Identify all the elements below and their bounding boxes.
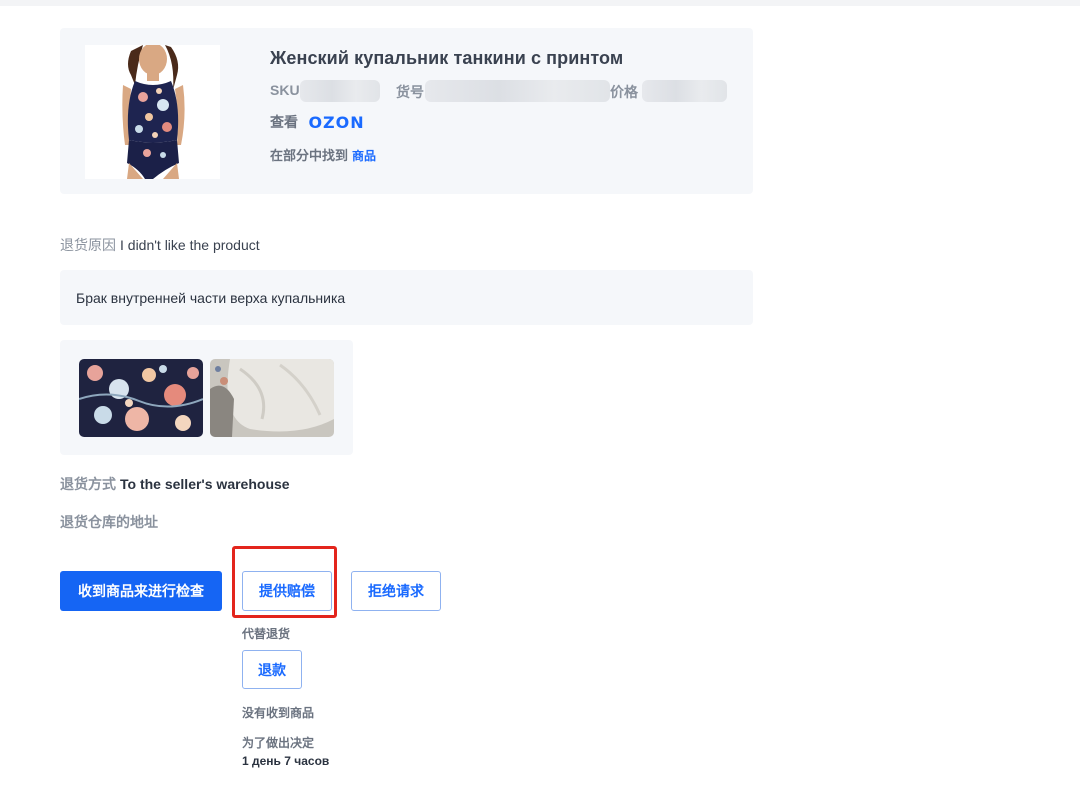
products-section-link[interactable]: 商品: [352, 149, 376, 163]
view-label: 查看: [270, 114, 298, 130]
offer-compensation-button[interactable]: 提供赔偿: [242, 571, 332, 611]
customer-photo-1[interactable]: [79, 359, 203, 437]
floral-fabric-photo-icon: [79, 359, 203, 437]
refund-button[interactable]: 退款: [242, 650, 302, 689]
decision-deadline-value: 1 день 7 часов: [242, 754, 330, 768]
top-strip: [0, 0, 1080, 6]
return-reason-label: 退货原因: [60, 237, 116, 253]
customer-comment: Брак внутренней части верха купальника: [60, 270, 753, 325]
view-on-ozon-row: 查看 OZON: [270, 112, 365, 132]
receive-for-inspection-button[interactable]: 收到商品来进行检查: [60, 571, 222, 611]
not-received-note: 没有收到商品: [242, 706, 315, 720]
return-reason-row: 退货原因 I didn't like the product: [60, 235, 260, 255]
return-method-row: 退货方式 To the seller's warehouse: [60, 474, 290, 494]
return-method-label: 退货方式: [60, 476, 116, 492]
price-value-redacted: [642, 80, 727, 102]
article-value-redacted: [425, 80, 610, 102]
customer-photo-2[interactable]: [210, 359, 334, 437]
white-lining-photo-icon: [210, 359, 334, 437]
product-title: Женский купальник танкини с принтом: [270, 48, 624, 68]
product-meta-row: SKU 货号 价格: [270, 80, 740, 102]
found-in-section-row: 在部分中找到 商品: [270, 145, 376, 164]
found-label: 在部分中找到: [270, 148, 349, 163]
ozon-link[interactable]: OZON: [308, 113, 364, 132]
return-reason-value: I didn't like the product: [120, 237, 260, 253]
decision-deadline-label: 为了做出决定: [242, 736, 315, 750]
product-image[interactable]: [85, 45, 220, 179]
price-label: 价格: [610, 84, 638, 100]
sku-value-redacted: [300, 80, 380, 102]
sku-label: SKU: [270, 82, 300, 98]
warehouse-address-label: 退货仓库的地址: [60, 514, 158, 530]
article-label: 货号: [396, 84, 424, 100]
product-card: Женский купальник танкини с принтом SKU …: [60, 28, 753, 194]
reject-request-button[interactable]: 拒绝请求: [351, 571, 441, 611]
swimsuit-photo-icon: [85, 45, 220, 179]
customer-photos: [60, 340, 353, 455]
instead-of-return-note: 代替退货: [242, 627, 291, 641]
return-method-value: To the seller's warehouse: [120, 476, 290, 492]
